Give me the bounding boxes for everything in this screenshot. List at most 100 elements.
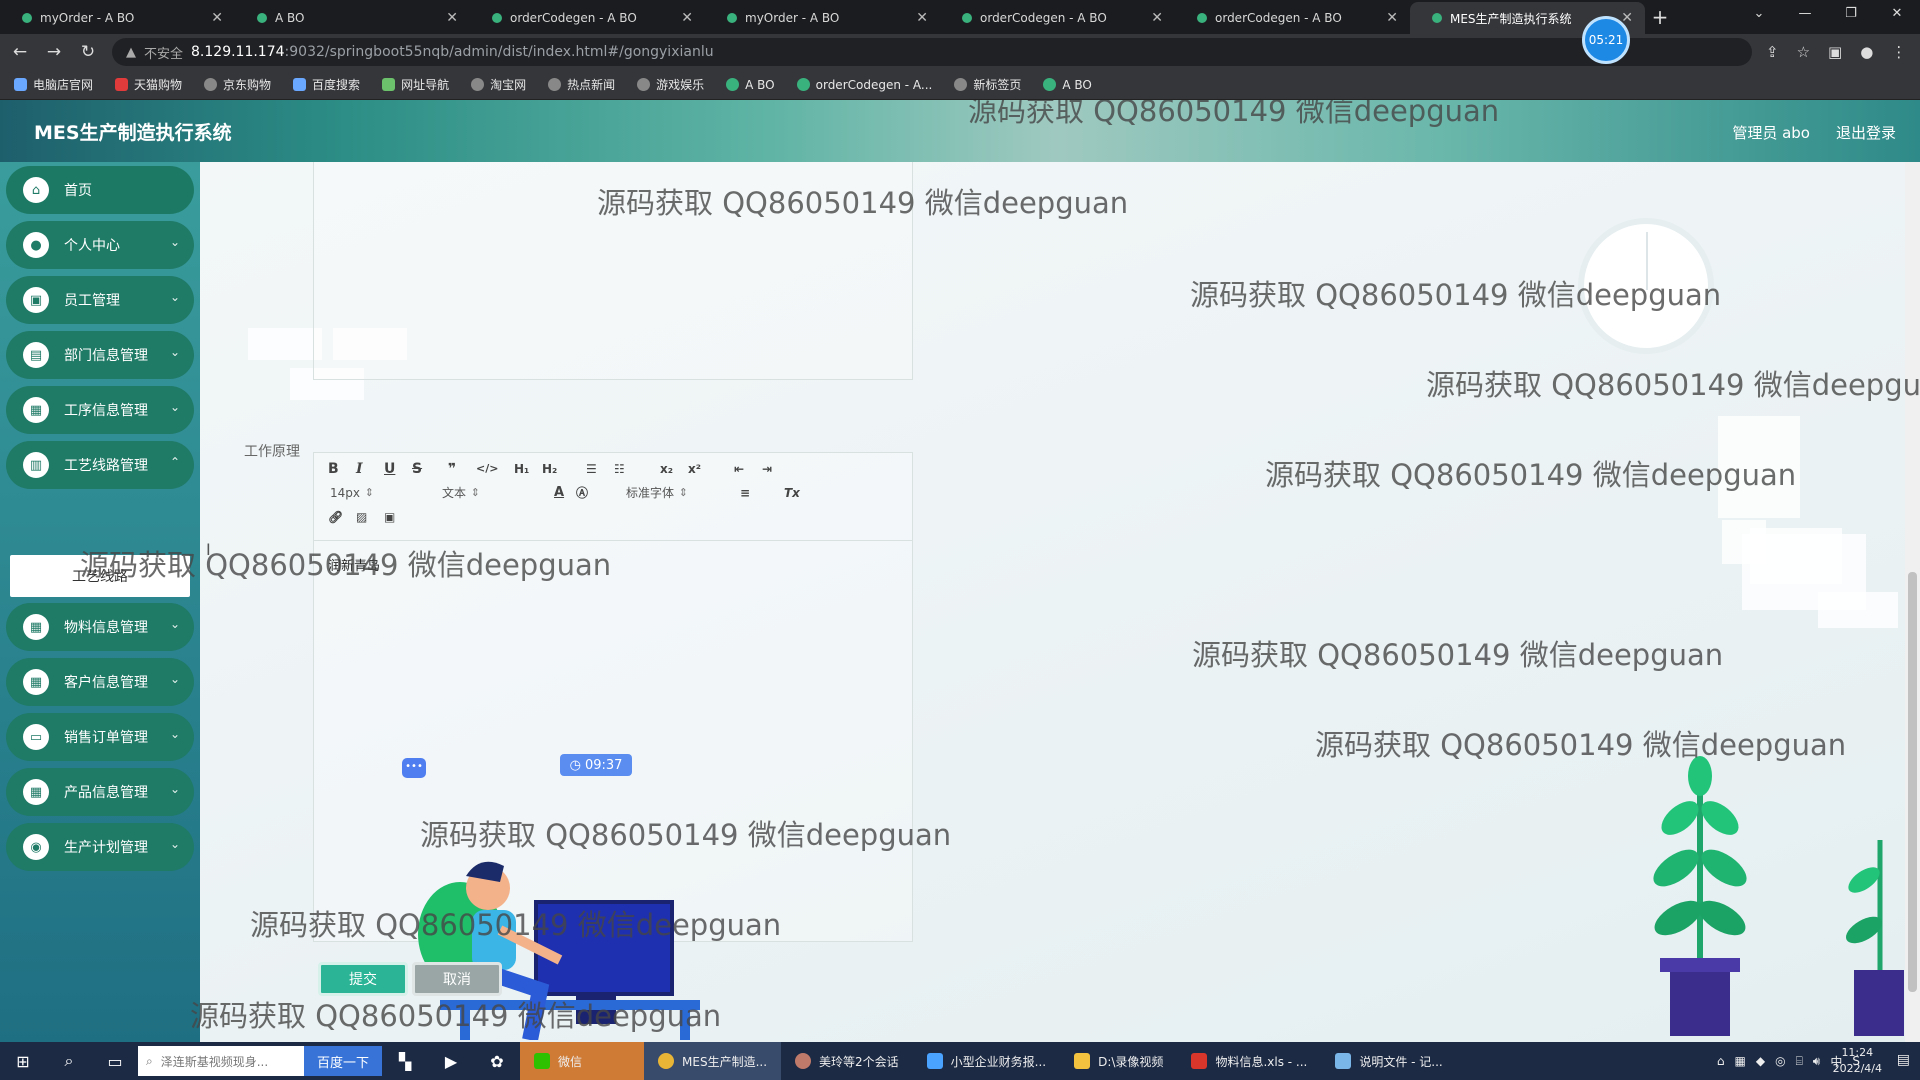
text-style-select[interactable]: 文本 [442,483,480,503]
url-input[interactable]: ▲ 不安全 8.129.11.174:9032/springboot55nqb/… [112,38,1752,66]
close-window-icon[interactable]: ✕ [1874,0,1920,30]
underline-icon[interactable]: U [384,459,395,479]
sidebar-icon[interactable]: ▣ [1828,43,1842,61]
tray-app-icon[interactable]: ◎ [1775,1054,1785,1068]
taskbar-app-notepad[interactable]: 说明文件 - 记... [1321,1042,1456,1080]
submit-button[interactable]: 提交 [318,962,408,996]
bookmark-item[interactable]: orderCodegen - A... [796,78,932,92]
taskbar-app-chat[interactable]: 美玲等2个会话 [781,1042,913,1080]
browser-tab[interactable]: myOrder - A BO ✕ [705,2,940,34]
back-icon[interactable]: ← [6,42,34,62]
bookmark-item[interactable]: 新标签页 [954,76,1021,93]
superscript-icon[interactable]: x² [688,459,701,479]
subscript-icon[interactable]: x₂ [660,459,673,479]
background-color-icon[interactable]: Ⓐ [576,483,588,503]
video-player-icon[interactable]: ▶ [428,1052,474,1071]
browser-tab[interactable]: myOrder - A BO ✕ [0,2,235,34]
menu-item-departments[interactable]: ▤ 部门信息管理 ⌄ [6,331,194,379]
share-icon[interactable]: ⇪ [1766,43,1779,61]
bookmark-item[interactable]: 热点新闻 [548,76,615,93]
bookmark-item[interactable]: 京东购物 [204,76,271,93]
taskbar-app-browser[interactable]: MES生产制造... [644,1042,782,1080]
restore-icon[interactable]: ❐ [1828,0,1874,30]
page-scrollbar[interactable] [1905,162,1920,1042]
heading1-icon[interactable]: H₁ [514,459,529,479]
new-tab-button[interactable]: + [1645,2,1675,34]
menu-item-production-plan[interactable]: ◉ 生产计划管理 ⌄ [6,823,194,871]
scrollbar-thumb[interactable] [1908,572,1917,992]
tab-search-icon[interactable]: ⌄ [1736,0,1782,30]
close-icon[interactable]: ✕ [916,10,928,26]
font-family-select[interactable]: 标准字体 [626,483,688,503]
browser-tab[interactable]: A BO ✕ [235,2,470,34]
menu-item-home[interactable]: ⌂ 首页 [6,166,194,214]
windows-start-icon[interactable]: ⊞ [0,1052,46,1071]
close-icon[interactable]: ✕ [1386,10,1398,26]
network-icon[interactable]: ⌸ [1796,1054,1803,1069]
align-icon[interactable]: ≡ [740,483,750,503]
bookmark-item[interactable]: A BO [726,78,775,92]
app-launcher-icon[interactable]: ▚ [382,1052,428,1071]
bold-icon[interactable]: B [328,459,339,479]
bookmark-item[interactable]: 天猫购物 [115,76,182,93]
blockquote-icon[interactable]: ❞ [448,459,456,479]
taskbar-app-folder[interactable]: D:\录像视频 [1060,1042,1177,1080]
bookmark-item[interactable]: 百度搜索 [293,76,360,93]
link-icon[interactable]: 🔗︎ [328,507,343,527]
image-icon[interactable]: ▨ [356,507,367,527]
menu-item-customers[interactable]: ▦ 客户信息管理 ⌄ [6,658,194,706]
taskbar-app-report[interactable]: 小型企业财务报... [913,1042,1060,1080]
logout-link[interactable]: 退出登录 [1836,122,1896,143]
close-icon[interactable]: ✕ [1151,10,1163,26]
task-view-icon[interactable]: ▭ [92,1052,138,1071]
taskbar-app-wechat[interactable]: 微信 [520,1042,645,1080]
bookmark-item[interactable]: 网址导航 [382,76,449,93]
taskbar-clock[interactable]: 11:24 2022/4/4 [1833,1045,1882,1077]
menu-item-materials[interactable]: ▦ 物料信息管理 ⌄ [6,603,194,651]
volume-icon[interactable]: 🔊︎ [1813,1054,1821,1069]
video-icon[interactable]: ▣ [384,507,395,527]
bookmark-item[interactable]: 淘宝网 [471,76,526,93]
outdent-icon[interactable]: ⇤ [734,459,744,479]
indent-icon[interactable]: ⇥ [762,459,772,479]
browser-tab[interactable]: orderCodegen - A BO ✕ [940,2,1175,34]
profile-icon[interactable]: ● [1860,43,1873,61]
menu-item-products[interactable]: ▦ 产品信息管理 ⌄ [6,768,194,816]
menu-item-processes[interactable]: ▦ 工序信息管理 ⌄ [6,386,194,434]
font-size-select[interactable]: 14px [330,483,374,503]
close-icon[interactable]: ✕ [211,10,223,26]
ordered-list-icon[interactable]: ☰ [586,459,597,479]
browser-tab[interactable]: orderCodegen - A BO ✕ [470,2,705,34]
settings-icon[interactable]: ✿ [474,1052,520,1071]
font-color-icon[interactable]: A [554,483,564,503]
taskbar-app-spreadsheet[interactable]: 物料信息.xls - ... [1177,1042,1321,1080]
tray-app-icon[interactable]: ◆ [1756,1054,1765,1068]
close-icon[interactable]: ✕ [446,10,458,26]
forward-icon[interactable]: → [40,42,68,62]
menu-item-employees[interactable]: ▣ 员工管理 ⌄ [6,276,194,324]
menu-item-sales-orders[interactable]: ▭ 销售订单管理 ⌄ [6,713,194,761]
tray-app-icon[interactable]: ⌂ [1717,1054,1725,1068]
taskbar-search-input[interactable]: ⌕ 泽连斯基视频现身... [138,1046,304,1076]
close-icon[interactable]: ✕ [681,10,693,26]
tray-app-icon[interactable]: ▦ [1735,1054,1746,1068]
bookmark-item[interactable]: A BO [1043,78,1092,92]
reload-icon[interactable]: ↻ [74,42,102,62]
minimize-icon[interactable]: — [1782,0,1828,30]
clear-format-icon[interactable]: Tx [784,483,800,503]
cancel-button[interactable]: 取消 [412,962,502,996]
menu-item-routes[interactable]: ▥ 工艺线路管理 ⌃ [6,441,194,489]
bookmark-item[interactable]: 电脑店官网 [14,76,93,93]
menu-item-profile[interactable]: ● 个人中心 ⌄ [6,221,194,269]
bookmark-star-icon[interactable]: ☆ [1797,43,1810,61]
menu-icon[interactable]: ⋮ [1891,43,1906,61]
bookmark-item[interactable]: 游戏娱乐 [637,76,704,93]
browser-tab[interactable]: orderCodegen - A BO ✕ [1175,2,1410,34]
heading2-icon[interactable]: H₂ [542,459,557,479]
italic-icon[interactable]: I [356,459,363,479]
notification-icon[interactable]: ▤ [1897,1052,1910,1068]
search-icon[interactable]: ⌕ [46,1051,92,1071]
strikethrough-icon[interactable]: S [412,459,422,479]
code-icon[interactable]: </> [476,459,498,479]
taskbar-search-button[interactable]: 百度一下 [304,1046,382,1076]
